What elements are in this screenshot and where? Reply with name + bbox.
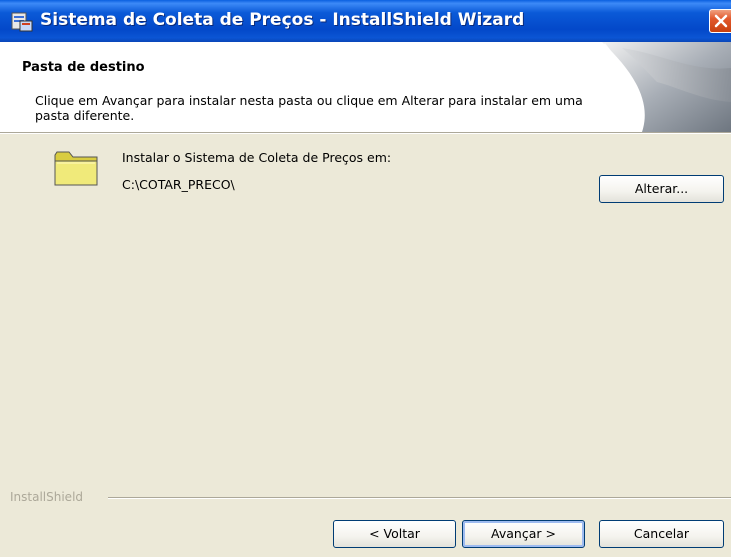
back-button[interactable]: < Voltar <box>333 520 456 548</box>
footer-separator <box>108 497 731 499</box>
installshield-brand: InstallShield <box>10 490 84 504</box>
folder-icon <box>54 151 98 186</box>
installer-icon <box>11 12 33 32</box>
page-description: Clique em Avançar para instalar nesta pa… <box>35 93 583 123</box>
header-panel: Pasta de destino Clique em Avançar para … <box>0 42 731 132</box>
page-curl-graphic <box>602 42 731 132</box>
next-button[interactable]: Avançar > <box>462 520 585 548</box>
title-bar[interactable]: Sistema de Coleta de Preços - InstallShi… <box>0 0 731 42</box>
cancel-button[interactable]: Cancelar <box>599 520 724 548</box>
change-folder-button[interactable]: Alterar... <box>599 175 724 203</box>
page-title: Pasta de destino <box>22 60 145 75</box>
install-location-label: Instalar o Sistema de Coleta de Preços e… <box>122 150 392 165</box>
header-separator <box>0 132 731 134</box>
close-button[interactable] <box>709 9 731 33</box>
window-title: Sistema de Coleta de Preços - InstallShi… <box>40 10 525 30</box>
install-path: C:\COTAR_PRECO\ <box>122 177 235 192</box>
close-icon <box>714 14 728 28</box>
